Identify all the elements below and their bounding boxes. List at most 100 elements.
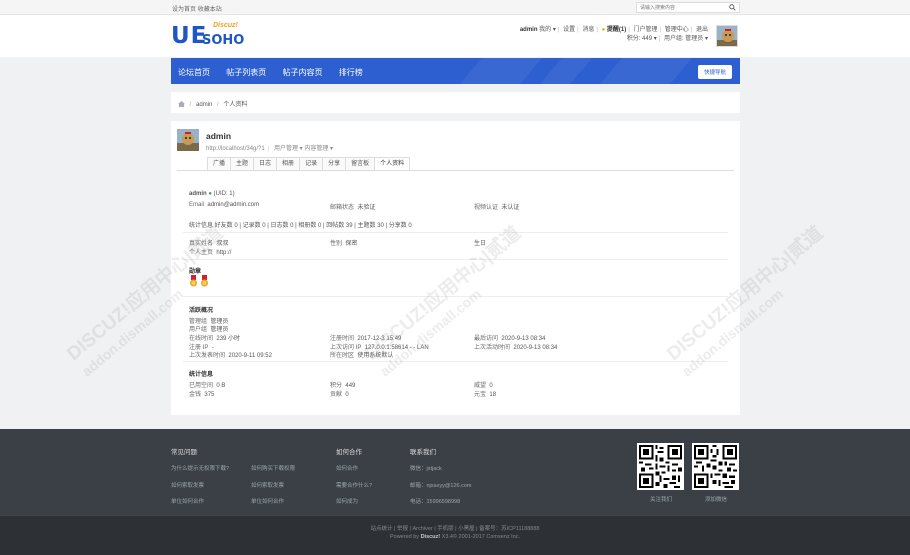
breadcrumb-user[interactable]: admin xyxy=(196,102,212,108)
email-row: Email admin@admin.com xyxy=(189,202,260,208)
nav-thread-list[interactable]: 帖子列表页 xyxy=(226,68,266,77)
last-post-row: 上次发表时间 2020-9-11 09:52 xyxy=(189,353,272,359)
profile-tabs: 广播 主题 日志 相册 记录 分享 留言板 个人资料 xyxy=(207,157,411,171)
faq-link[interactable]: 单位如何合作 xyxy=(171,497,204,505)
logo-tag: Discuz! xyxy=(213,22,238,29)
space-row: 已用空间 0 B xyxy=(189,383,226,389)
copyright-bar: 站点统计 | 举报 | Archiver | 手机版 | 小黑屋 | 备案号：苏… xyxy=(0,515,910,555)
faq-link[interactable]: 为什么提示无权限下载? xyxy=(171,464,229,472)
quick-nav-button[interactable]: 快捷导航 xyxy=(697,65,732,79)
qr-code-wechat xyxy=(692,443,739,490)
main-nav: 论坛首页 帖子列表页 帖子内容页 排行榜 快捷导航 xyxy=(171,58,740,84)
yuanbao-row: 元宝 18 xyxy=(474,392,497,398)
profile-panel: admin http://localhost/34g/?1 | 用户管理 ▾ 内容… xyxy=(171,121,740,415)
contact-wechat: 微信：jxtjack xyxy=(410,466,442,472)
notice-link[interactable]: 提醒(1) xyxy=(607,27,626,33)
content-manage-menu[interactable]: 内容管理 xyxy=(304,146,328,152)
contrib-row: 贡献 0 xyxy=(330,392,349,398)
points-link[interactable]: 积分: 449 xyxy=(627,36,652,42)
medal-icon[interactable] xyxy=(200,275,209,287)
site-logo[interactable]: UE SOHO Discuz! xyxy=(171,21,246,51)
breadcrumb-current: 个人资料 xyxy=(223,102,248,108)
bookmark-link[interactable]: 收藏本站 xyxy=(198,7,222,13)
avatar[interactable] xyxy=(716,25,738,47)
logo-sub: SOHO xyxy=(202,33,245,48)
tab-profile[interactable]: 个人资料 xyxy=(374,157,411,171)
credits-row: 积分 449 xyxy=(330,383,356,389)
contact-title: 联系我们 xyxy=(410,449,436,456)
activity-title: 活跃概况 xyxy=(189,308,214,314)
breadcrumb: / admin / 个人资料 xyxy=(171,92,740,113)
portal-admin-link[interactable]: 门户管理 xyxy=(633,27,657,33)
tab-threads[interactable]: 主题 xyxy=(230,157,254,171)
uid-line: admin ● (UID: 1) xyxy=(189,191,235,197)
reg-time-row: 注册时间 2017-12-3 15:49 xyxy=(330,336,402,342)
bottom-links[interactable]: 站点统计 | 举报 | Archiver | 手机版 | 小黑屋 | 备案号：苏… xyxy=(0,524,910,532)
user-name-link[interactable]: admin xyxy=(520,27,538,33)
header: UE SOHO Discuz! admin 我的 ▾ | 设置 | 消息 | ● 提醒… xyxy=(0,15,910,57)
profile-url-line: http://localhost/34g/?1 | 用户管理 ▾ 内容管理 ▾ xyxy=(206,146,334,152)
medal-icon[interactable] xyxy=(189,275,198,287)
coop-title: 如何合作 xyxy=(336,449,362,456)
profile-url[interactable]: http://localhost/34g/?1 xyxy=(206,146,265,152)
discuz-link[interactable]: Discuz! xyxy=(421,534,441,540)
top-utility-bar: 设为首页 收藏本站 xyxy=(0,0,910,15)
online-time-row: 在线时间 239 小时 xyxy=(189,336,241,342)
last-active-row: 上次活动时间 2020-9-13 08:34 xyxy=(474,345,558,351)
powered-by: Powered by Discuz! X3.4© 2001-2017 Comse… xyxy=(389,534,521,540)
contact-phone: 电话：15996598998 xyxy=(410,499,461,505)
coop-link[interactable]: 需要合作什么? xyxy=(336,481,372,489)
user-manage-menu[interactable]: 用户管理 xyxy=(274,146,298,152)
faq-title: 常见问题 xyxy=(171,449,197,456)
home-icon[interactable] xyxy=(178,101,185,107)
tab-album[interactable]: 相册 xyxy=(276,157,300,171)
faq-link[interactable]: 如何索取发票 xyxy=(171,481,204,489)
stats-title: 统计信息 xyxy=(189,372,214,378)
timezone-row: 所在时区 使用系统默认 xyxy=(330,353,394,359)
medal-title: 勋章 xyxy=(189,269,202,275)
gender-row: 性别 保密 xyxy=(330,241,358,247)
faq-link[interactable]: 如何购买下载权限 xyxy=(251,464,295,472)
qr-label-follow: 关注我们 xyxy=(650,497,673,503)
bell-icon: ● xyxy=(601,27,606,33)
tab-share[interactable]: 分享 xyxy=(322,157,346,171)
user-menu: admin 我的 ▾ | 设置 | 消息 | ● 提醒(1) | 门户管理 | 管理中心 |… xyxy=(519,27,708,42)
profile-avatar[interactable] xyxy=(177,129,199,151)
tab-doing[interactable]: 记录 xyxy=(299,157,323,171)
coop-link[interactable]: 如何成为 xyxy=(336,497,358,505)
faq-link[interactable]: 如何索取发票 xyxy=(251,481,284,489)
video-auth-row: 视频认证 未认证 xyxy=(474,205,520,211)
tab-blog[interactable]: 日志 xyxy=(253,157,277,171)
my-menu[interactable]: 我的 xyxy=(539,27,551,33)
logout-link[interactable]: 退出 xyxy=(696,27,708,33)
contact-email[interactable]: 邮箱：njxaxyy@126.com xyxy=(410,481,472,489)
coins-row: 金钱 375 xyxy=(189,392,215,398)
set-homepage-link[interactable]: 设为首页 xyxy=(172,7,196,13)
nav-ranking[interactable]: 排行榜 xyxy=(339,68,363,77)
search-box xyxy=(636,2,740,13)
search-input[interactable] xyxy=(637,3,725,12)
birthday-row: 生日 xyxy=(474,241,487,247)
faq-link[interactable]: 单位如何合作 xyxy=(251,497,284,505)
last-visit-row: 最后访问 2020-9-13 08:34 xyxy=(474,336,546,342)
user-group-link[interactable]: 用户组: 管理员 xyxy=(664,36,703,42)
nav-forum-home[interactable]: 论坛首页 xyxy=(178,68,210,77)
homepage-row: 个人主页 http:// xyxy=(189,250,232,256)
messages-link[interactable]: 消息 xyxy=(582,27,594,33)
tab-wall[interactable]: 留言板 xyxy=(345,157,375,171)
search-icon[interactable] xyxy=(729,4,736,11)
qr-label-wechat: 添加微信 xyxy=(705,497,728,503)
nav-thread-content[interactable]: 帖子内容页 xyxy=(282,68,322,77)
top-links: 设为首页 收藏本站 xyxy=(172,4,222,13)
prestige-row: 威望 0 xyxy=(474,383,493,389)
coop-link[interactable]: 如何合作 xyxy=(336,464,358,472)
realname-row: 真实姓名 叔叔 xyxy=(189,241,229,247)
stats-counts[interactable]: 统计信息 好友数 0 | 记录数 0 | 日志数 0 | 相册数 0 | 回帖数… xyxy=(189,220,412,229)
footer: 常见问题 为什么提示无权限下载? 如何购买下载权限 如何索取发票 如何索取发票 … xyxy=(0,429,910,515)
tab-broadcast[interactable]: 广播 xyxy=(207,157,231,171)
user-group-row: 用户组 管理员 xyxy=(189,327,229,333)
profile-name: admin xyxy=(206,131,232,141)
admin-center-link[interactable]: 管理中心 xyxy=(665,27,689,33)
settings-link[interactable]: 设置 xyxy=(563,27,575,33)
qr-code-follow xyxy=(637,443,684,490)
